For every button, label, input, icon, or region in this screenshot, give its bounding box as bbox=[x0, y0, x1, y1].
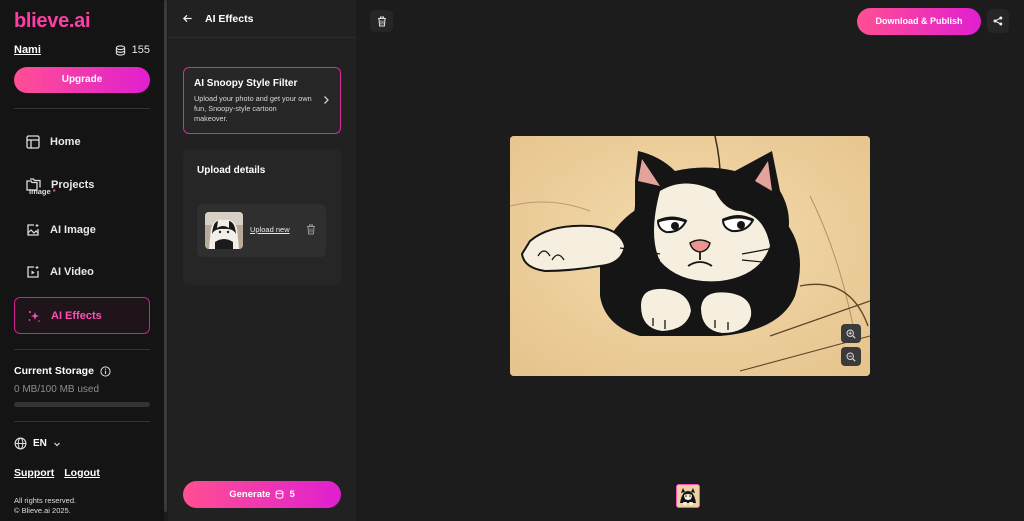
support-link[interactable]: Support bbox=[14, 467, 54, 479]
zoom-in-icon bbox=[846, 328, 856, 339]
sidebar-item-ai-image[interactable]: AI Image bbox=[14, 212, 150, 248]
storage-title: Current Storage bbox=[14, 365, 111, 377]
result-thumbnail[interactable] bbox=[676, 484, 700, 508]
chevron-right-icon bbox=[324, 96, 329, 104]
filter-card[interactable]: AI Snoopy Style Filter Upload your photo… bbox=[183, 67, 341, 134]
divider bbox=[14, 421, 150, 422]
upload-title: Upload details bbox=[197, 165, 266, 176]
arrow-left-icon[interactable] bbox=[182, 13, 193, 24]
sidebar-item-label: AI Video bbox=[50, 266, 94, 278]
upload-box: Upload new bbox=[197, 204, 326, 257]
generate-cost: 5 bbox=[289, 489, 295, 500]
chevron-down-icon bbox=[53, 442, 60, 446]
sparkles-icon bbox=[28, 310, 40, 322]
zoom-out-button[interactable] bbox=[841, 347, 861, 366]
sidebar-item-projects[interactable]: Projects bbox=[14, 167, 150, 203]
sidebar-item-ai-video[interactable]: AI Video bbox=[14, 254, 150, 290]
panel-header: AI Effects bbox=[168, 0, 356, 38]
upload-new-link[interactable]: Upload new bbox=[250, 225, 290, 234]
sidebar-item-label: AI Image bbox=[50, 224, 96, 236]
sidebar-item-label: Home bbox=[50, 136, 81, 148]
filter-title: AI Snoopy Style Filter bbox=[194, 78, 298, 89]
download-publish-button[interactable]: Download & Publish bbox=[857, 8, 981, 35]
image-sparkle-icon bbox=[27, 223, 39, 236]
sidebar-item-label: Projects bbox=[51, 179, 95, 191]
upgrade-button[interactable]: Upgrade bbox=[14, 67, 150, 93]
storage-title-text: Current Storage bbox=[14, 365, 94, 377]
trash-icon[interactable] bbox=[306, 224, 316, 235]
filter-description: Upload your photo and get your own fun, … bbox=[194, 94, 312, 123]
zoom-out-icon bbox=[846, 351, 856, 362]
required-mark: * bbox=[52, 187, 56, 196]
generate-button[interactable]: Generate 5 bbox=[183, 481, 341, 508]
sidebar: blieve.ai Nami 155 Upgrade Home Projects… bbox=[0, 0, 164, 521]
footer-links: Support Logout bbox=[14, 467, 100, 479]
logo[interactable]: blieve.ai bbox=[14, 10, 91, 33]
language-value: EN bbox=[33, 438, 47, 449]
result-image bbox=[510, 136, 870, 376]
logout-link[interactable]: Logout bbox=[64, 467, 100, 479]
trash-icon bbox=[377, 15, 386, 27]
credits-count: 155 bbox=[131, 44, 150, 56]
storage-used: 0 MB/100 MB used bbox=[14, 384, 100, 395]
language-selector[interactable]: EN bbox=[14, 437, 61, 450]
storage-progress-bar bbox=[14, 402, 150, 407]
image-label-text: Image bbox=[29, 187, 51, 196]
zoom-in-button[interactable] bbox=[841, 324, 861, 343]
divider bbox=[14, 108, 150, 109]
image-field-label: Image * bbox=[29, 187, 56, 196]
globe-icon bbox=[14, 437, 27, 450]
delete-button[interactable] bbox=[370, 10, 393, 32]
uploaded-photo-thumbnail bbox=[205, 212, 243, 249]
video-sparkle-icon bbox=[27, 265, 39, 278]
sidebar-item-ai-effects[interactable]: AI Effects bbox=[14, 297, 150, 334]
effects-panel: AI Effects AI Snoopy Style Filter Upload… bbox=[168, 0, 356, 521]
user-name[interactable]: Nami bbox=[14, 44, 41, 56]
coins-icon bbox=[276, 490, 284, 499]
copyright-line: All rights reserved. bbox=[14, 496, 77, 505]
copyright-line: © Blieve.ai 2025. bbox=[14, 506, 71, 515]
sidebar-scrollbar[interactable] bbox=[164, 0, 167, 512]
info-icon[interactable] bbox=[100, 365, 111, 377]
user-row: Nami 155 bbox=[14, 43, 150, 57]
credits-badge: 155 bbox=[115, 44, 150, 56]
sidebar-item-home[interactable]: Home bbox=[14, 124, 150, 160]
app-root: blieve.ai Nami 155 Upgrade Home Projects… bbox=[0, 0, 1024, 521]
divider bbox=[14, 349, 150, 350]
coins-icon bbox=[115, 44, 125, 56]
share-icon bbox=[993, 16, 1003, 26]
share-button[interactable] bbox=[987, 9, 1009, 33]
copyright: All rights reserved. © Blieve.ai 2025. bbox=[14, 496, 76, 516]
layout-icon bbox=[26, 135, 40, 149]
sidebar-item-label: AI Effects bbox=[51, 309, 102, 322]
panel-title: AI Effects bbox=[205, 12, 254, 25]
generate-label: Generate bbox=[229, 489, 271, 500]
